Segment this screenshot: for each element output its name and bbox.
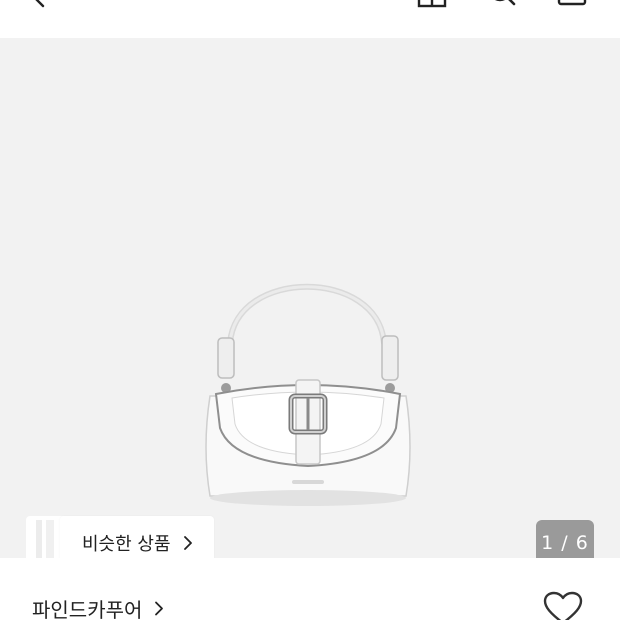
back-arrow-icon[interactable] bbox=[28, 0, 52, 10]
cart-icon[interactable] bbox=[556, 0, 588, 8]
similar-products-button[interactable]: 비슷한 상품 bbox=[60, 516, 214, 558]
similar-products-label: 비슷한 상품 bbox=[82, 534, 171, 555]
brand-row: 파인드카푸어 bbox=[0, 558, 620, 620]
search-icon[interactable] bbox=[486, 0, 518, 8]
chevron-right-icon bbox=[155, 601, 164, 616]
product-image-gallery[interactable]: 비슷한 상품 1 / 6 bbox=[0, 38, 620, 558]
product-image bbox=[205, 283, 411, 506]
image-counter: 1 / 6 bbox=[536, 520, 594, 558]
store-icon[interactable] bbox=[416, 0, 448, 8]
chevron-right-icon bbox=[183, 536, 192, 550]
brand-link[interactable]: 파인드카푸어 bbox=[32, 594, 164, 620]
heart-icon[interactable] bbox=[542, 590, 584, 620]
top-bar bbox=[0, 0, 620, 38]
brand-name: 파인드카푸어 bbox=[32, 598, 143, 620]
similar-products-widget[interactable]: 비슷한 상품 bbox=[26, 516, 216, 558]
